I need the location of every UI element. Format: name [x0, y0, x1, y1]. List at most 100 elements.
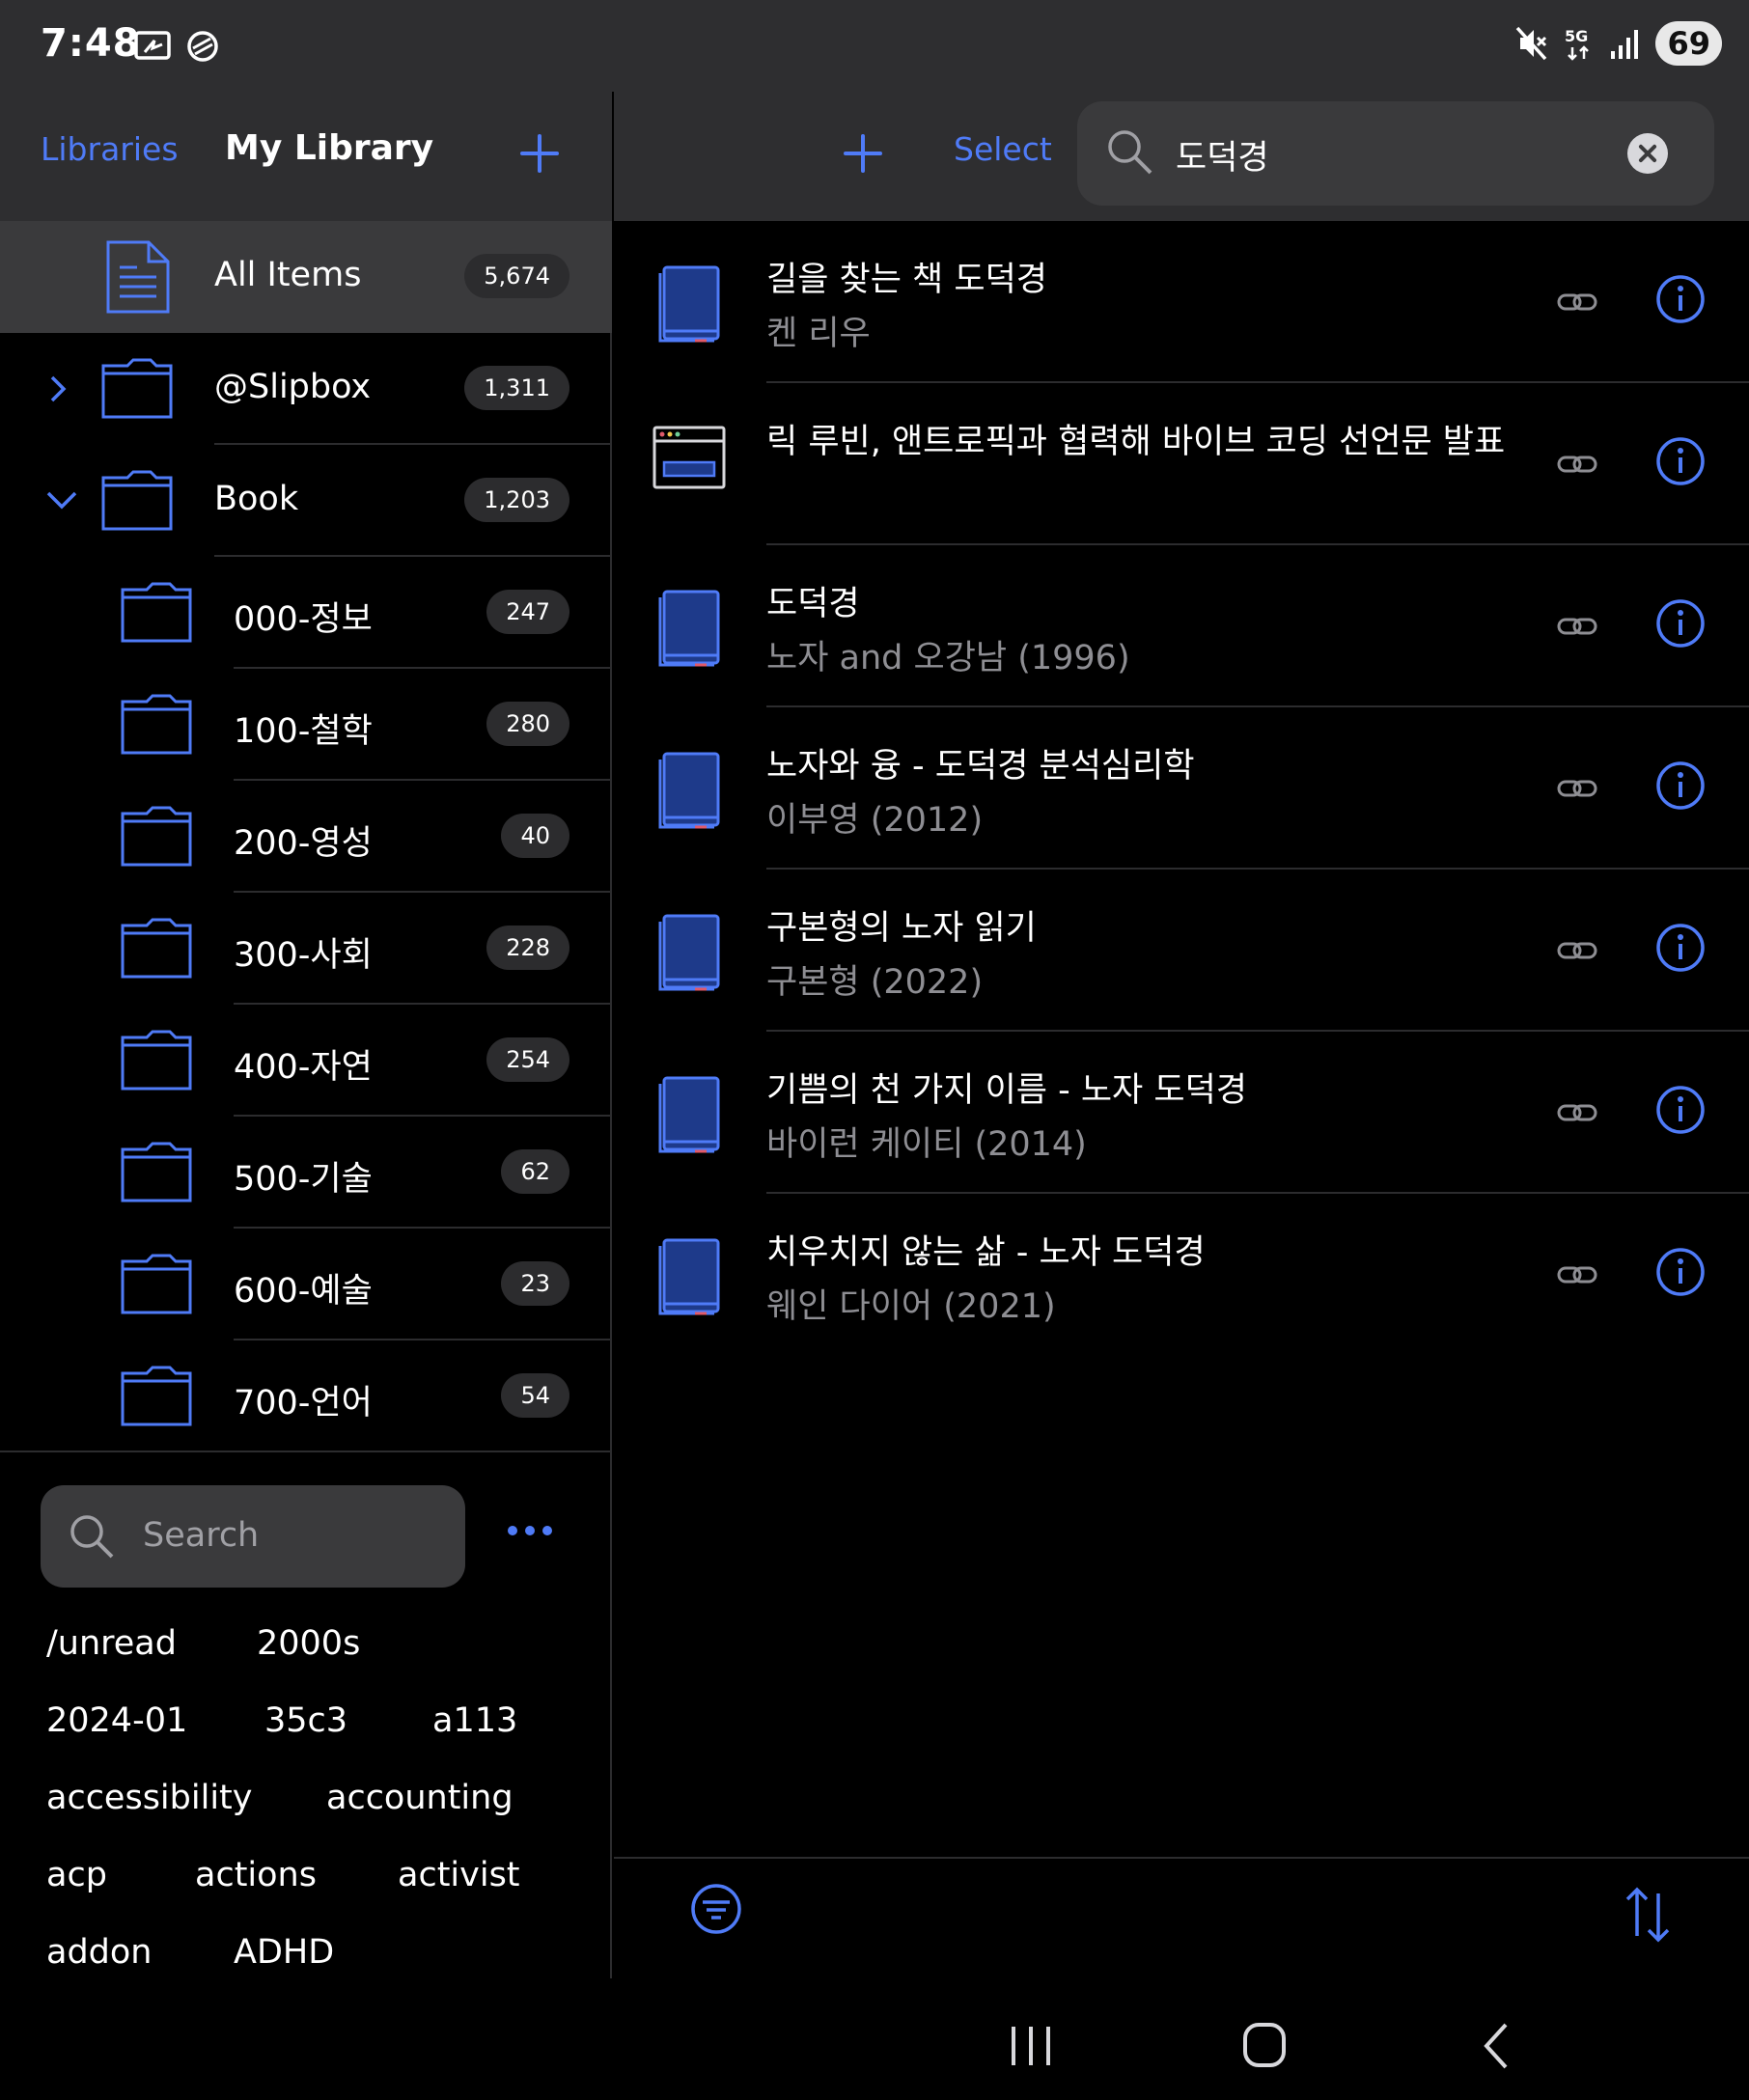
list-item[interactable]: 치우치지 않는 삶 - 노자 도덕경 웨인 다이어 (2021): [614, 1194, 1749, 1356]
tree-item-slipbox[interactable]: @Slipbox 1,311: [0, 333, 612, 445]
folder-icon: [121, 694, 192, 755]
info-icon[interactable]: [1654, 1084, 1707, 1136]
list-item[interactable]: 구본형의 노자 읽기 구본형 (2022): [614, 870, 1749, 1032]
info-icon[interactable]: [1654, 435, 1707, 487]
screen-record-icon: [134, 31, 171, 60]
tree-item-label: 600-예술: [234, 1272, 373, 1311]
list-item[interactable]: 길을 찾는 책 도덕경 켄 리우: [614, 221, 1749, 383]
tree-item-label: 400-자연: [234, 1048, 373, 1087]
folder-icon: [121, 806, 192, 867]
item-title: 길을 찾는 책 도덕경: [766, 261, 1047, 299]
tree-item-book[interactable]: Book 1,203: [0, 445, 612, 557]
info-icon[interactable]: [1654, 1246, 1707, 1298]
folder-icon: [121, 1254, 192, 1314]
more-horizontal-icon[interactable]: [508, 1526, 552, 1535]
tree-item-label: 700-언어: [234, 1384, 373, 1423]
items-toolbar: Select 도덕경: [614, 92, 1749, 221]
count-badge: 247: [486, 590, 569, 634]
system-nav-bar: [0, 1978, 1749, 2100]
info-icon[interactable]: [1654, 922, 1707, 974]
chevron-down-icon[interactable]: [44, 484, 79, 518]
tree-item-all-items[interactable]: All Items 5,674: [0, 221, 612, 333]
link-icon[interactable]: [1556, 285, 1598, 319]
tree-item-600[interactable]: 600-예술 23: [0, 1229, 612, 1340]
tag-item[interactable]: 2024-01: [46, 1701, 187, 1740]
items-search-input[interactable]: 도덕경: [1077, 101, 1714, 206]
tag-item[interactable]: a113: [432, 1701, 517, 1740]
sync-icon: [187, 31, 218, 62]
count-badge: 40: [501, 814, 569, 858]
tree-item-200[interactable]: 200-영성 40: [0, 781, 612, 893]
clear-search-icon[interactable]: [1627, 133, 1668, 174]
tree-item-100[interactable]: 100-철학 280: [0, 669, 612, 781]
list-item[interactable]: 노자와 융 - 도덕경 분석심리학 이부영 (2012): [614, 707, 1749, 870]
count-badge: 228: [486, 926, 569, 970]
tree-item-500[interactable]: 500-기술 62: [0, 1117, 612, 1229]
link-icon[interactable]: [1556, 447, 1598, 482]
search-icon: [70, 1515, 114, 1559]
sort-icon[interactable]: [1622, 1884, 1676, 1946]
item-title: 릭 루빈, 앤트로픽과 협력해 바이브 코딩 선언문 발표: [766, 423, 1506, 461]
tag-search-input[interactable]: Search: [41, 1485, 465, 1588]
link-icon[interactable]: [1556, 1095, 1598, 1130]
item-title: 도덕경: [766, 585, 860, 623]
tag-item[interactable]: ADHD: [234, 1933, 334, 1972]
list-item[interactable]: 기쁨의 천 가지 이름 - 노자 도덕경 바이런 케이티 (2014): [614, 1032, 1749, 1194]
tag-item[interactable]: accounting: [326, 1779, 514, 1817]
tree-item-label: 100-철학: [234, 712, 373, 751]
home-icon[interactable]: [1241, 2021, 1288, 2069]
document-icon: [106, 240, 170, 314]
chevron-right-icon[interactable]: [44, 372, 71, 406]
library-title: My Library: [225, 128, 434, 168]
item-title: 노자와 융 - 도덕경 분석심리학: [766, 747, 1195, 786]
add-item-plus-icon[interactable]: [844, 134, 882, 173]
add-collection-plus-icon[interactable]: [520, 134, 559, 173]
info-icon[interactable]: [1654, 597, 1707, 649]
svg-text:5G: 5G: [1565, 27, 1588, 45]
tree-item-label: 300-사회: [234, 936, 373, 975]
item-subtitle: 웨인 다이어 (2021): [766, 1287, 1056, 1326]
tree-item-700[interactable]: 700-언어 54: [0, 1340, 612, 1452]
count-badge: 280: [486, 702, 569, 746]
item-subtitle: 켄 리우: [766, 315, 871, 353]
link-icon[interactable]: [1556, 1257, 1598, 1292]
tag-item[interactable]: 2000s: [257, 1624, 360, 1663]
item-title: 기쁨의 천 가지 이름 - 노자 도덕경: [766, 1071, 1247, 1110]
info-icon[interactable]: [1654, 760, 1707, 812]
tag-item[interactable]: 35c3: [264, 1701, 347, 1740]
tag-item[interactable]: accessibility: [46, 1779, 253, 1817]
tree-item-300[interactable]: 300-사회 228: [0, 893, 612, 1005]
count-badge: 1,203: [464, 478, 569, 522]
tree-item-000[interactable]: 000-정보 247: [0, 557, 612, 669]
tag-item[interactable]: acp: [46, 1856, 107, 1894]
sidebar-header: Libraries My Library: [0, 92, 612, 221]
link-icon[interactable]: [1556, 771, 1598, 806]
folder-icon: [101, 470, 173, 531]
tree-item-label: @Slipbox: [214, 368, 372, 406]
item-subtitle: 바이런 케이티 (2014): [766, 1125, 1087, 1164]
info-icon[interactable]: [1654, 273, 1707, 325]
folder-icon: [121, 1366, 192, 1426]
filter-icon[interactable]: [689, 1882, 743, 1936]
tag-item[interactable]: activist: [398, 1856, 520, 1894]
tree-item-label: 200-영성: [234, 824, 373, 863]
list-item[interactable]: 도덕경 노자 and 오강남 (1996): [614, 545, 1749, 707]
link-icon[interactable]: [1556, 609, 1598, 644]
tag-item[interactable]: actions: [195, 1856, 317, 1894]
tag-item[interactable]: /unread: [46, 1624, 177, 1663]
tag-item[interactable]: addon: [46, 1933, 152, 1972]
count-badge: 54: [501, 1373, 569, 1418]
link-icon[interactable]: [1556, 933, 1598, 968]
webpage-icon: [652, 426, 726, 489]
book-icon: [658, 1238, 720, 1315]
book-icon: [658, 265, 720, 343]
tree-item-400[interactable]: 400-자연 254: [0, 1005, 612, 1117]
back-icon[interactable]: [1479, 2021, 1513, 2071]
tree-item-label: All Items: [214, 256, 362, 294]
status-bar: 7:48 5G 69: [0, 0, 1749, 92]
recents-icon[interactable]: [1008, 2025, 1054, 2067]
libraries-back-link[interactable]: Libraries: [41, 130, 179, 168]
select-button[interactable]: Select: [954, 130, 1052, 168]
count-badge: 62: [501, 1149, 569, 1194]
list-item[interactable]: 릭 루빈, 앤트로픽과 협력해 바이브 코딩 선언문 발표: [614, 383, 1749, 545]
